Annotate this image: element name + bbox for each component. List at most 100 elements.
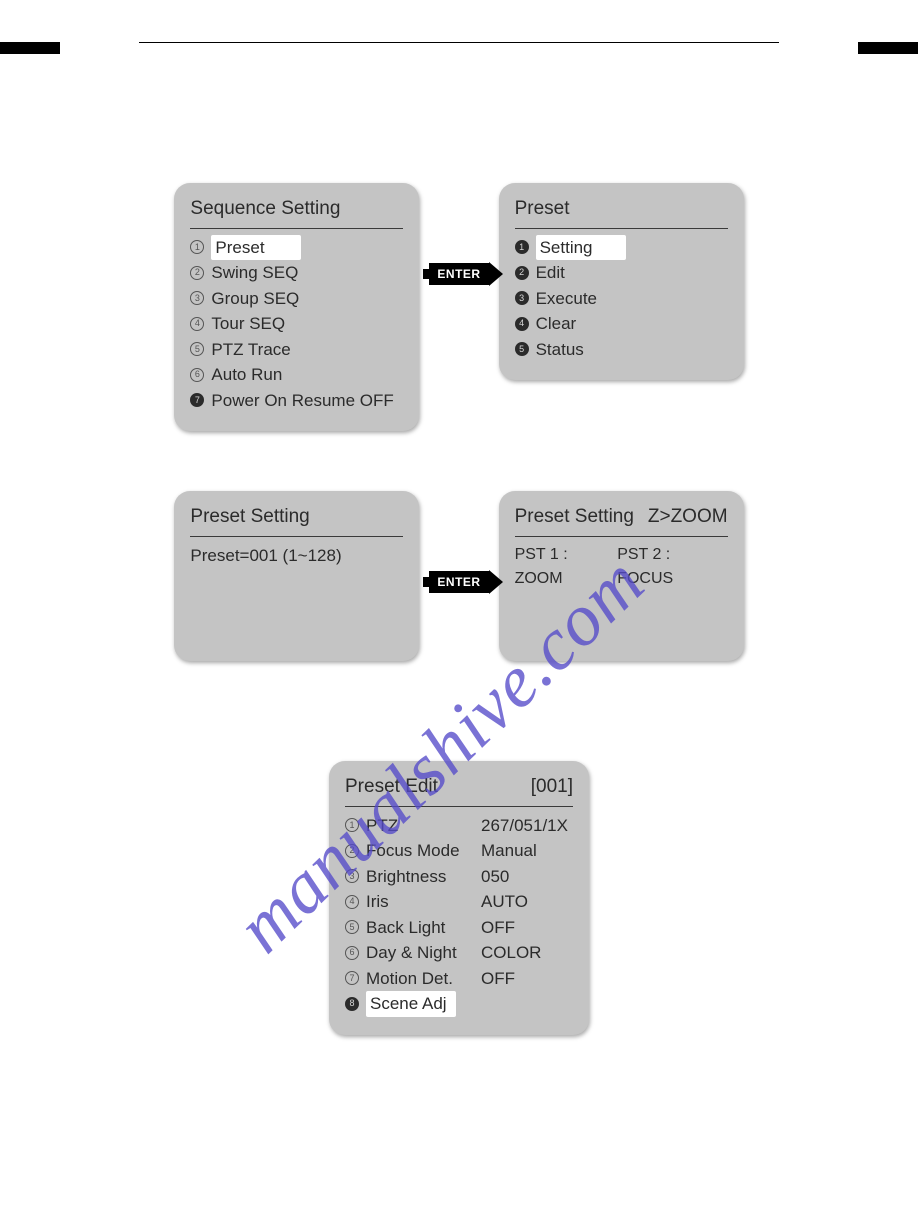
menu-item[interactable]: 4Clear — [515, 311, 728, 337]
sub-left: PST 1 : ZOOM — [515, 543, 618, 591]
title-right: [001] — [531, 773, 573, 802]
title-text: Sequence Setting — [190, 195, 340, 224]
item-label: Edit — [536, 260, 565, 286]
menu-item[interactable]: 3Group SEQ — [190, 286, 403, 312]
title-left: Preset Edit — [345, 773, 438, 802]
item-number-icon: 5 — [515, 342, 529, 356]
kv-pair: Scene Adj — [366, 991, 481, 1017]
title-text: Preset — [515, 195, 570, 224]
arrow-enter-1: ENTER — [429, 263, 488, 285]
kv-value: 267/051/1X — [481, 813, 568, 839]
sub-right: PST 2 : FOCUS — [617, 543, 727, 591]
menu-item[interactable]: 3 Brightness050 — [345, 864, 573, 890]
panel-title: Preset Setting Z>ZOOM — [515, 503, 728, 537]
kv-key: Brightness — [366, 864, 481, 890]
item-number-icon: 2 — [190, 266, 204, 280]
kv-key: Back Light — [366, 915, 481, 941]
menu-item[interactable]: 6 Day & NightCOLOR — [345, 940, 573, 966]
item-number-icon: 1 — [345, 818, 359, 832]
menu-item[interactable]: 8 Scene Adj — [345, 991, 573, 1017]
panel-subline: PST 1 : ZOOM PST 2 : FOCUS — [515, 543, 728, 591]
menu-item[interactable]: 1 PTZ267/051/1X — [345, 813, 573, 839]
menu-item[interactable]: 2 Edit — [515, 260, 728, 286]
menu-item[interactable]: 5 Back LightOFF — [345, 915, 573, 941]
item-number-icon: 6 — [190, 368, 204, 382]
item-number-icon: 8 — [345, 997, 359, 1011]
enter-label: ENTER — [429, 571, 488, 593]
kv-pair: Day & NightCOLOR — [366, 940, 541, 966]
item-number-icon: 6 — [345, 946, 359, 960]
enter-label: ENTER — [429, 263, 488, 285]
item-number-icon: 7 — [345, 971, 359, 985]
kv-key: Iris — [366, 889, 481, 915]
item-label: Power On Resume OFF — [211, 388, 393, 414]
item-label: Preset — [211, 235, 301, 261]
panel-preset: Preset 1Setting 2 Edit 3 Execute4Clear5Statu… — [499, 183, 744, 380]
kv-value: AUTO — [481, 889, 528, 915]
menu-item[interactable]: 7 Motion Det.OFF — [345, 966, 573, 992]
row-sequence-preset: Sequence Setting 1 Preset 2 Swing SEQ3Group… — [139, 183, 779, 431]
corner-bar-right — [858, 42, 918, 54]
item-number-icon: 5 — [190, 342, 204, 356]
menu-list: 1 Preset 2 Swing SEQ3Group SEQ4Tour SEQ 5 PTZ… — [190, 235, 403, 414]
page-content: Sequence Setting 1 Preset 2 Swing SEQ3Group… — [139, 42, 779, 1035]
menu-item[interactable]: 6Auto Run — [190, 362, 403, 388]
menu-item[interactable]: 3 Execute — [515, 286, 728, 312]
menu-item[interactable]: 7 Power On Resume OFF — [190, 388, 403, 414]
panel-title: Preset — [515, 195, 728, 229]
kv-pair: Brightness050 — [366, 864, 509, 890]
row-preset-setting: Preset Setting Preset=001 (1~128) ENTER … — [139, 491, 779, 661]
panel-sequence-setting: Sequence Setting 1 Preset 2 Swing SEQ3Group… — [174, 183, 419, 431]
kv-value: OFF — [481, 915, 515, 941]
menu-item[interactable]: 5 PTZ Trace — [190, 337, 403, 363]
kv-value: COLOR — [481, 940, 541, 966]
menu-list: 1 PTZ267/051/1X 2 Focus ModeManual 3 Brightne… — [345, 813, 573, 1017]
corner-bar-left — [0, 42, 60, 54]
panel-title: Preset Setting — [190, 503, 403, 537]
kv-value: Manual — [481, 838, 537, 864]
item-number-icon: 1 — [515, 240, 529, 254]
item-label: Execute — [536, 286, 597, 312]
item-label: PTZ Trace — [211, 337, 290, 363]
menu-list: 1Setting 2 Edit 3 Execute4Clear5Status — [515, 235, 728, 363]
kv-value: 050 — [481, 864, 509, 890]
kv-pair: Focus ModeManual — [366, 838, 537, 864]
menu-item[interactable]: 5Status — [515, 337, 728, 363]
kv-key: Focus Mode — [366, 838, 481, 864]
item-number-icon: 2 — [345, 844, 359, 858]
arrow-enter-2: ENTER — [429, 571, 488, 593]
menu-item[interactable]: 2 Swing SEQ — [190, 260, 403, 286]
panel-title: Preset Edit [001] — [345, 773, 573, 807]
item-number-icon: 3 — [345, 869, 359, 883]
kv-key: Motion Det. — [366, 966, 481, 992]
kv-pair: IrisAUTO — [366, 889, 528, 915]
item-label: Swing SEQ — [211, 260, 298, 286]
menu-item[interactable]: 1Setting — [515, 235, 728, 261]
panel-preset-setting-left: Preset Setting Preset=001 (1~128) — [174, 491, 419, 661]
menu-item[interactable]: 2 Focus ModeManual — [345, 838, 573, 864]
kv-key: Scene Adj — [366, 991, 481, 1017]
menu-item[interactable]: 4 IrisAUTO — [345, 889, 573, 915]
title-right: Z>ZOOM — [648, 503, 728, 532]
kv-value: OFF — [481, 966, 515, 992]
item-number-icon: 5 — [345, 920, 359, 934]
item-number-icon: 2 — [515, 266, 529, 280]
panel-preset-edit: Preset Edit [001] 1 PTZ267/051/1X 2 Focus M… — [329, 761, 589, 1035]
title-left: Preset Setting — [515, 503, 634, 532]
panel-title: Sequence Setting — [190, 195, 403, 229]
kv-key: Day & Night — [366, 940, 481, 966]
kv-pair: Back LightOFF — [366, 915, 515, 941]
preset-body: Preset=001 (1~128) — [190, 543, 403, 569]
menu-item[interactable]: 4Tour SEQ — [190, 311, 403, 337]
title-text: Preset Setting — [190, 503, 309, 532]
item-number-icon: 3 — [190, 291, 204, 305]
item-label: Clear — [536, 311, 577, 337]
kv-key: PTZ — [366, 813, 481, 839]
menu-item[interactable]: 1 Preset — [190, 235, 403, 261]
item-number-icon: 4 — [345, 895, 359, 909]
item-number-icon: 4 — [190, 317, 204, 331]
item-number-icon: 3 — [515, 291, 529, 305]
kv-pair: Motion Det.OFF — [366, 966, 515, 992]
item-number-icon: 7 — [190, 393, 204, 407]
item-number-icon: 1 — [190, 240, 204, 254]
